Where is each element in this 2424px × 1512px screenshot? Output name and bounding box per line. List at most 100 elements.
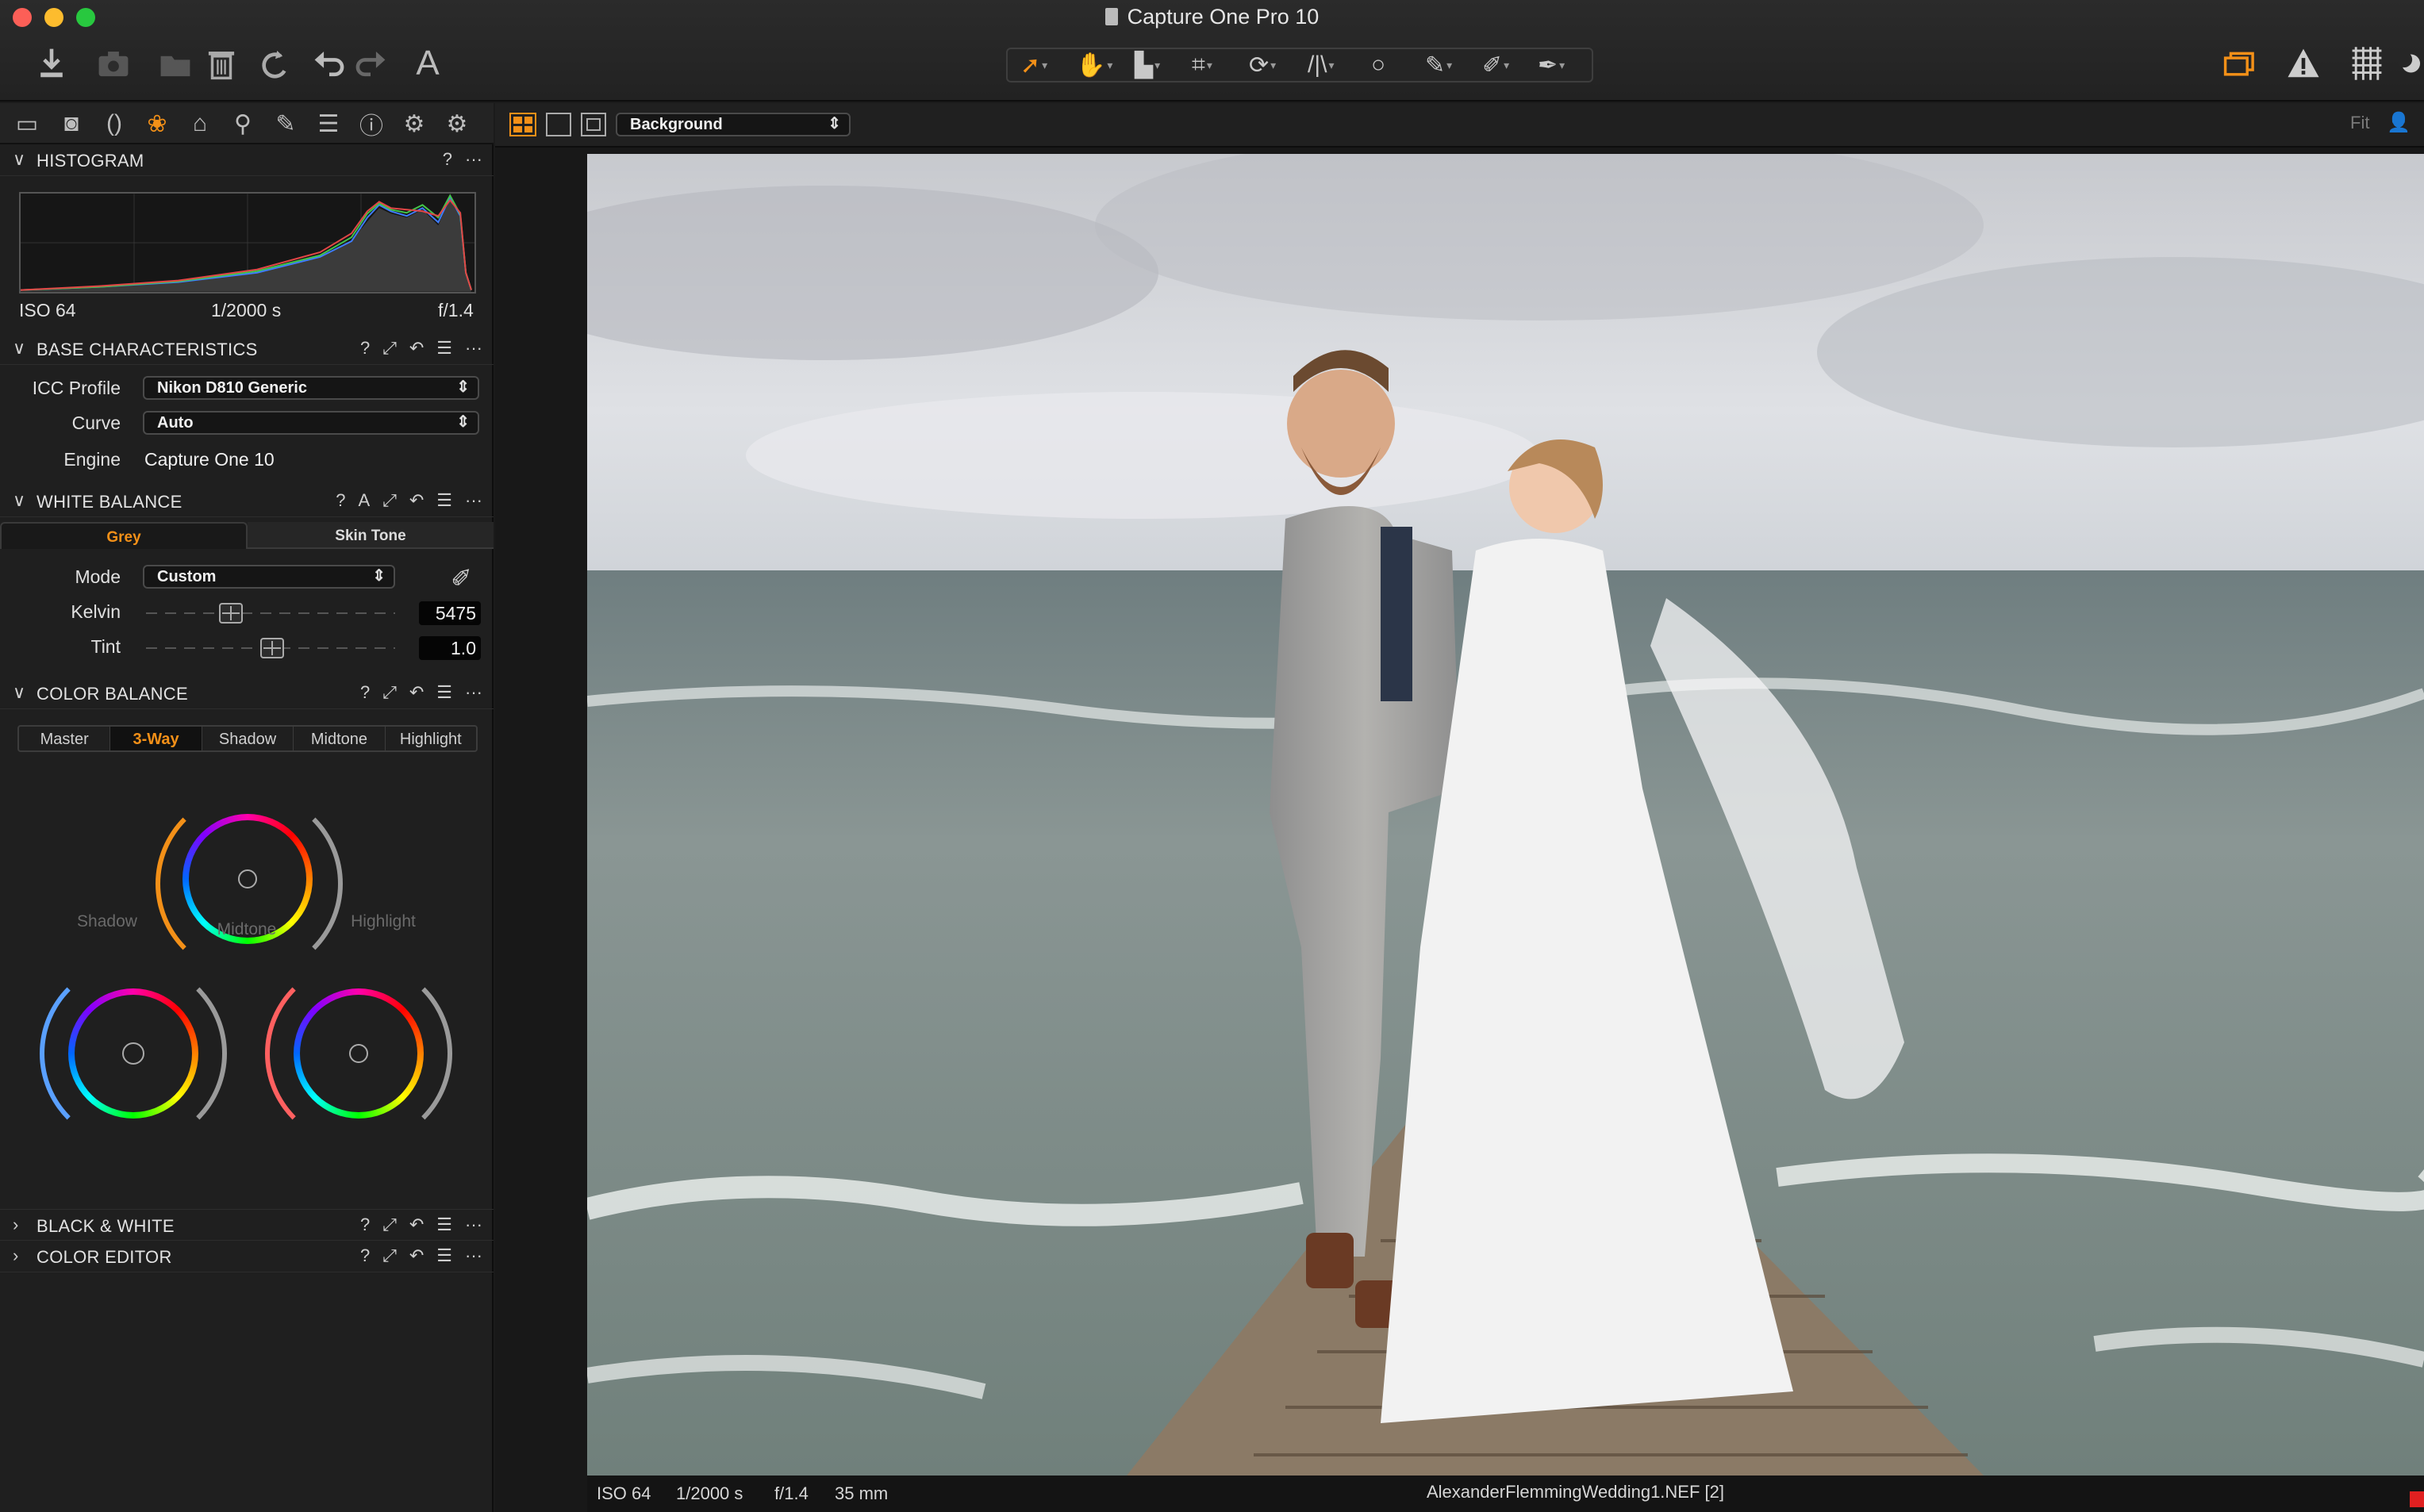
warning-icon[interactable] [2284,41,2323,86]
multi-view-icon[interactable] [509,113,536,136]
more-icon[interactable]: ··· [465,1215,482,1235]
black-white-panel-header[interactable]: › BLACK & WHITE ? ⤢ ↶ ☰ ··· [0,1209,494,1241]
exposure-icon[interactable]: ⌂ [184,109,216,138]
collapse-chevron-icon[interactable]: ∨ [13,338,25,359]
eyedropper-wb-icon[interactable]: ✐ [451,563,472,593]
crop-icon[interactable]: ⌗ ▾ [1192,49,1212,81]
keystone-icon[interactable]: /|\ ▾ [1308,49,1335,81]
tab-highlight[interactable]: Highlight [386,727,476,750]
text-icon[interactable]: A [408,41,448,86]
settings-icon[interactable]: ⚙ [398,109,430,138]
help-icon[interactable]: ? [443,149,452,170]
highlight-wheel-handle[interactable] [349,1044,368,1063]
reset-icon[interactable]: ↶ [409,1245,424,1266]
main-photo[interactable] [587,154,2424,1476]
curve-select[interactable]: Auto ⇕ [143,411,479,435]
eyedropper-icon[interactable]: ✐ ▾ [1482,49,1509,81]
trash-icon[interactable] [203,41,240,86]
color-balance-panel-header[interactable]: ∨ COLOR BALANCE ? ⤢ ↶ ☰ ··· [0,677,494,709]
collapse-chevron-icon[interactable]: ∨ [13,682,25,703]
presets-icon[interactable]: ☰ [436,338,452,359]
presets-icon[interactable]: ☰ [436,1215,452,1235]
collapse-chevron-icon[interactable]: ∨ [13,149,25,170]
expand-chevron-icon[interactable]: › [13,1215,18,1235]
brush-tab-icon[interactable]: ✎ [270,109,302,138]
tab-3-way[interactable]: 3-Way [110,727,202,750]
collapse-chevron-icon[interactable]: ∨ [13,490,25,511]
more-icon[interactable]: ··· [465,1245,482,1266]
lens-icon[interactable]: () [98,109,130,138]
color-icon[interactable]: ❀ [141,109,173,138]
reset-icon[interactable]: ↶ [409,338,424,359]
mode-select[interactable]: Custom ⇕ [143,565,395,589]
presets-icon[interactable]: ☰ [436,1245,452,1266]
help-icon[interactable]: ? [360,1215,370,1235]
reset-icon[interactable]: ↶ [409,490,424,511]
tint-value-field[interactable]: 1.0 [419,636,481,660]
loupe-icon[interactable]: ▙ ▾ [1135,49,1160,81]
select-arrow-icon[interactable]: ➚ ▾ [1020,49,1047,81]
color-editor-panel-header[interactable]: › COLOR EDITOR ? ⤢ ↶ ☰ ··· [0,1241,494,1272]
reset-icon[interactable]: ↶ [409,1215,424,1235]
tab-shadow[interactable]: Shadow [202,727,294,750]
histogram-panel-header[interactable]: ∨ HISTOGRAM ? ··· [0,144,494,176]
copy-apply-icon[interactable]: ⤢ [382,1215,397,1235]
help-icon[interactable]: ? [360,682,370,703]
base-characteristics-panel-header[interactable]: ∨ BASE CHARACTERISTICS ? ⤢ ↶ ☰ ··· [0,333,494,365]
expand-chevron-icon[interactable]: › [13,1245,18,1266]
icc-profile-select[interactable]: Nikon D810 Generic ⇕ [143,376,479,400]
help-icon[interactable]: ? [360,338,370,359]
folder-move-icon[interactable] [156,41,195,86]
kelvin-slider-track[interactable] [146,612,395,614]
copy-apply-icon[interactable]: ⤢ [382,338,397,359]
copy-apply-icon[interactable]: ⤢ [382,682,397,703]
help-icon[interactable]: ? [336,490,345,511]
tab-master[interactable]: Master [19,727,111,750]
folder-icon[interactable]: ▭ [11,109,43,138]
reset-icon[interactable]: ↶ [409,682,424,703]
search-tab-icon[interactable]: ⚲ [227,109,259,138]
more-icon[interactable]: ··· [465,490,482,511]
auto-button[interactable]: A [359,490,371,511]
brush-icon[interactable]: ✎ ▾ [1425,49,1452,81]
more-icon[interactable]: ··· [465,149,482,170]
rotate-icon[interactable] [255,41,295,86]
single-view-icon[interactable] [546,113,571,136]
variant-select[interactable]: Background ⇕ [616,113,851,136]
shadow-wheel-handle[interactable] [122,1042,144,1065]
kelvin-value-field[interactable]: 5475 [419,601,481,625]
hand-pan-icon[interactable]: ✋ ▾ [1076,49,1112,81]
help-icon[interactable]: ? [360,1245,370,1266]
rotate-tool-icon[interactable]: ⟳ ▾ [1249,49,1276,81]
more-icon[interactable]: ··· [465,682,482,703]
user-icon[interactable]: 👤 [2387,111,2411,134]
import-icon[interactable] [32,41,71,86]
kelvin-slider-handle[interactable] [219,603,243,624]
undo-icon[interactable] [311,41,348,86]
tint-slider-handle[interactable] [260,638,284,658]
info-icon[interactable]: ⓘ [355,109,387,140]
white-balance-panel-header[interactable]: ∨ WHITE BALANCE ? A ⤢ ↶ ☰ ··· [0,485,494,517]
more-icon[interactable]: ··· [465,338,482,359]
layers-icon[interactable] [2220,41,2260,86]
tab-skin-tone[interactable]: Skin Tone [248,522,494,549]
copy-apply-icon[interactable]: ⤢ [382,490,397,511]
metadata-icon[interactable]: ☰ [313,109,344,138]
presets-icon[interactable]: ☰ [436,682,452,703]
tab-midtone[interactable]: Midtone [294,727,386,750]
tab-grey[interactable]: Grey [0,522,248,549]
shadow-color-wheel[interactable] [68,988,198,1119]
redo-icon[interactable] [352,41,389,86]
highlight-color-wheel[interactable] [294,988,424,1119]
custom-tools-icon[interactable]: ⚙ [441,109,473,138]
spot-circle-icon[interactable]: ○ [1371,49,1385,81]
camera-tab-icon[interactable]: ◙ [56,109,87,138]
moon-icon[interactable] [2398,41,2424,86]
zoom-label[interactable]: Fit [2350,113,2369,133]
midtone-wheel-handle[interactable] [238,869,257,888]
camera-icon[interactable] [94,41,133,86]
grid-icon[interactable] [2347,41,2387,86]
primary-view-icon[interactable] [581,113,606,136]
copy-apply-icon[interactable]: ⤢ [382,1245,397,1266]
annotation-pen-icon[interactable]: ✒ ▾ [1538,49,1565,81]
